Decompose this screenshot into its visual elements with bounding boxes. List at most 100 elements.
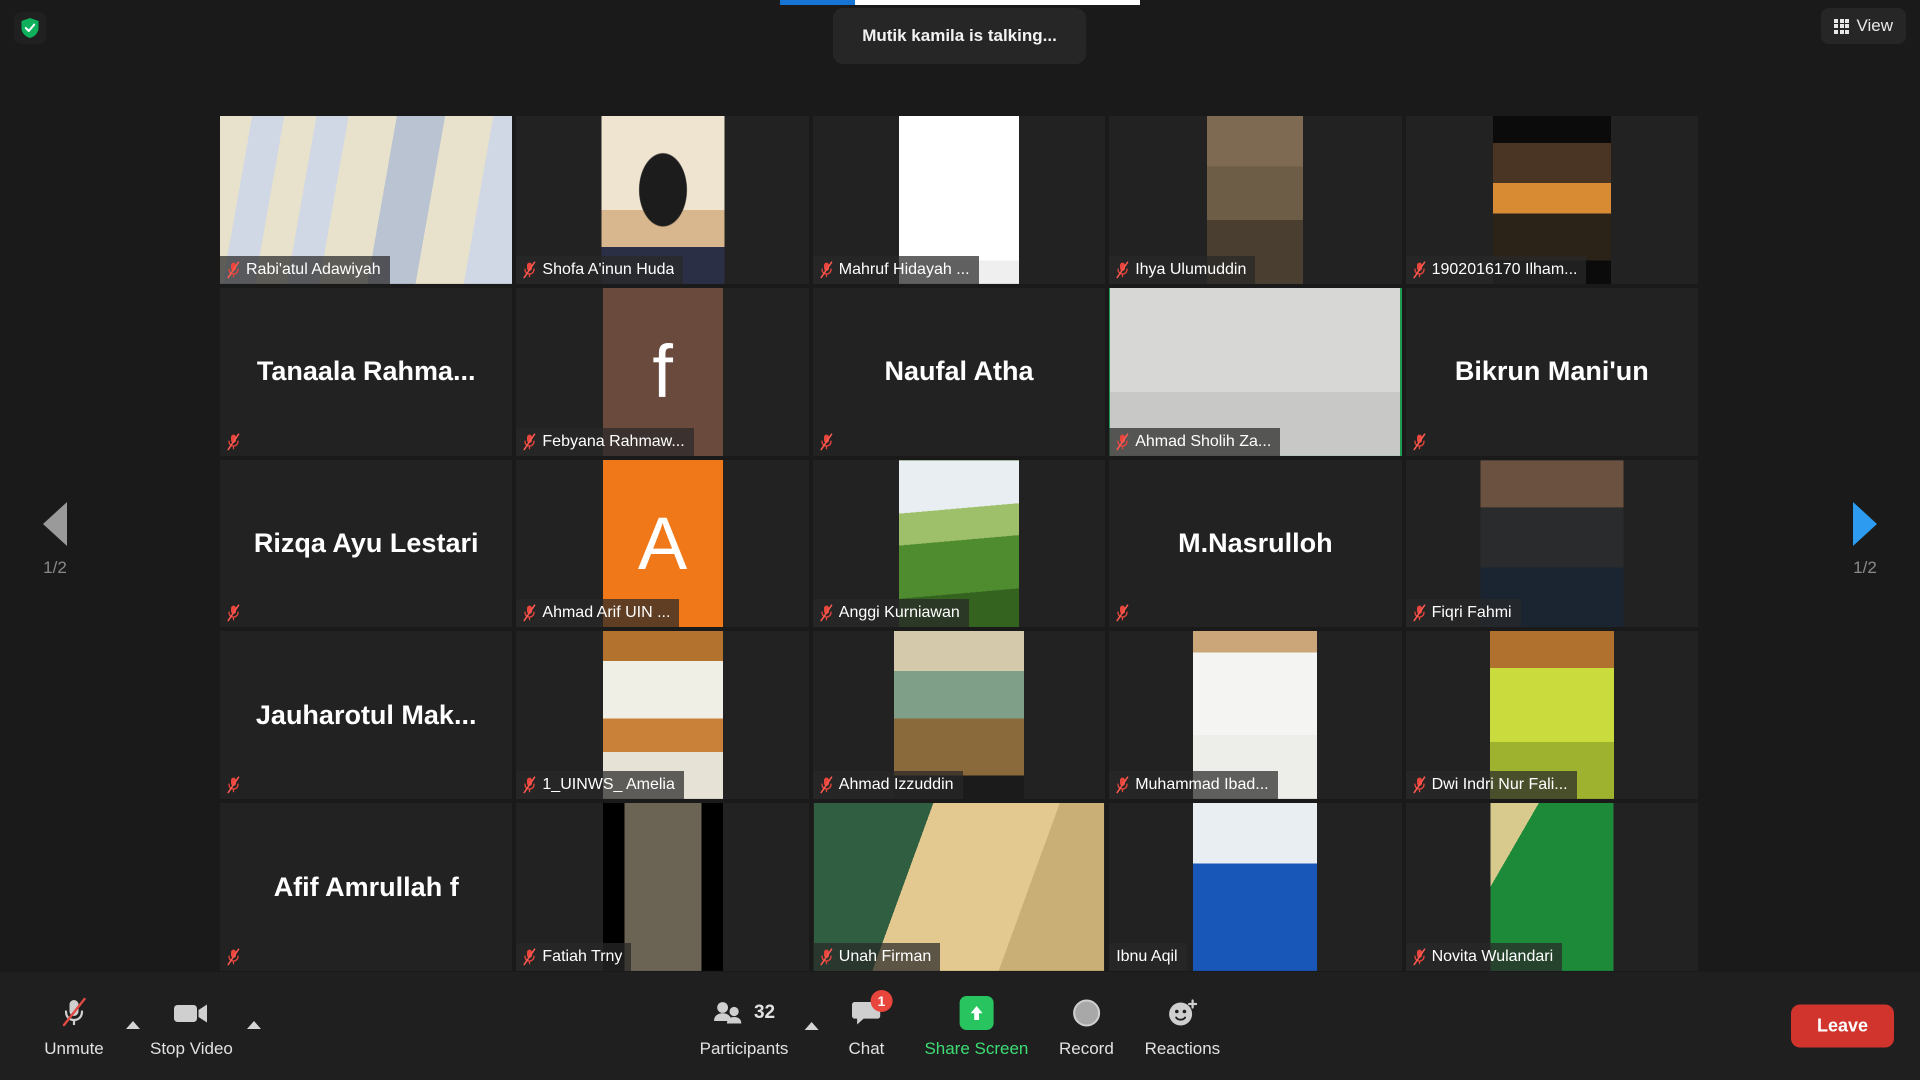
reactions-button[interactable]: Reactions xyxy=(1134,989,1230,1063)
participant-name: Ihya Ulumuddin xyxy=(1135,260,1247,278)
participant-name-bar: Shofa A'inun Huda xyxy=(516,255,684,284)
participant-name: Febyana Rahmaw... xyxy=(542,432,685,450)
participant-tile[interactable]: Rizqa Ayu Lestari xyxy=(220,459,513,628)
participant-tile[interactable]: 1_UINWS_ Amelia xyxy=(516,631,809,800)
participant-tile[interactable]: Dwi Indri Nur Fali... xyxy=(1405,631,1698,800)
mute-icon xyxy=(1116,433,1129,450)
participant-tile[interactable]: Bikrun Mani'un xyxy=(1405,287,1698,456)
mute-icon xyxy=(820,433,833,450)
mute-icon xyxy=(820,776,833,794)
participant-name: 1_UINWS_ Amelia xyxy=(542,776,675,794)
participant-name-bar: Unah Firman xyxy=(812,943,941,971)
participant-tile[interactable]: Anggi Kurniawan xyxy=(812,459,1106,628)
mute-icon xyxy=(227,776,240,794)
stop-video-label: Stop Video xyxy=(150,1039,233,1058)
audio-options-caret-icon[interactable] xyxy=(126,1021,140,1029)
participant-name: Fiqri Fahmi xyxy=(1431,604,1512,622)
participant-tile[interactable]: Ahmad Izzuddin xyxy=(812,631,1106,800)
participant-tile[interactable]: Jauharotul Mak... xyxy=(220,631,513,800)
participant-tile[interactable]: 1902016170 Ilham... xyxy=(1405,116,1698,284)
participant-tile[interactable]: Shofa A'inun Huda xyxy=(516,116,809,284)
participant-name: 1902016170 Ilham... xyxy=(1431,260,1578,278)
participant-name-bar xyxy=(220,943,249,971)
leave-button[interactable]: Leave xyxy=(1790,1004,1894,1048)
triangle-left-icon xyxy=(43,502,67,546)
video-camera-icon xyxy=(170,993,212,1033)
mute-toggle-label: Unmute xyxy=(44,1039,104,1058)
share-screen-up-arrow-icon xyxy=(959,993,994,1033)
mute-icon xyxy=(227,604,240,622)
participant-tile[interactable]: Tanaala Rahma... xyxy=(220,287,513,456)
participant-tile[interactable]: Fatiah Trny xyxy=(516,803,809,971)
participant-name-bar xyxy=(220,428,249,456)
avatar-letter: A xyxy=(637,501,688,585)
participant-name-bar: Novita Wulandari xyxy=(1405,943,1563,971)
video-options-caret-icon[interactable] xyxy=(246,1021,261,1029)
participant-tile[interactable]: Rabi'atul Adawiyah xyxy=(220,116,513,284)
mute-icon xyxy=(820,948,833,966)
participant-tile[interactable]: A Ahmad Arif UIN ... xyxy=(516,459,809,628)
share-screen-button[interactable]: Share Screen xyxy=(914,989,1038,1063)
mute-icon xyxy=(523,776,536,794)
participant-name-large: Afif Amrullah f xyxy=(273,871,459,902)
participant-name-bar: Fatiah Trny xyxy=(516,943,632,971)
participant-name-bar xyxy=(813,428,842,456)
participant-name-large: Jauharotul Mak... xyxy=(255,699,477,730)
participant-name-bar xyxy=(1109,599,1138,627)
participant-name: Rabi'atul Adawiyah xyxy=(246,260,381,278)
participant-tile[interactable]: Naufal Atha xyxy=(812,287,1106,456)
participant-name: Shofa A'inun Huda xyxy=(542,260,675,278)
participant-name-bar: Rabi'atul Adawiyah xyxy=(220,255,390,284)
mute-icon xyxy=(1413,433,1425,450)
reactions-label: Reactions xyxy=(1144,1039,1221,1058)
mute-icon xyxy=(1116,604,1129,622)
participant-tile[interactable]: Ahmad Sholih Za... xyxy=(1109,287,1402,456)
participant-name: Ahmad Sholih Za... xyxy=(1135,432,1272,450)
participant-tile[interactable]: Novita Wulandari xyxy=(1405,803,1698,971)
participant-name-bar: Mahruf Hidayah ... xyxy=(812,255,979,284)
participant-tile[interactable]: Ibnu Aqil xyxy=(1109,803,1402,971)
participant-name-bar: Ibnu Aqil xyxy=(1109,943,1187,971)
mute-icon xyxy=(227,261,240,279)
microphone-muted-icon xyxy=(55,993,93,1033)
participant-tile[interactable]: Mahruf Hidayah ... xyxy=(812,116,1106,284)
participant-tile[interactable]: M.Nasrulloh xyxy=(1109,459,1402,628)
participant-tile[interactable]: Fiqri Fahmi xyxy=(1405,459,1698,628)
participant-name-large: Tanaala Rahma... xyxy=(256,356,476,387)
smiley-plus-icon xyxy=(1165,993,1199,1033)
participant-name-bar: Dwi Indri Nur Fali... xyxy=(1405,771,1577,800)
mute-icon xyxy=(1413,776,1425,794)
mute-icon xyxy=(523,948,536,966)
participant-tile[interactable]: Ihya Ulumuddin xyxy=(1109,116,1402,284)
participant-name: Ahmad Arif UIN ... xyxy=(542,604,671,622)
participant-name-bar xyxy=(220,599,249,627)
participant-tile[interactable]: Muhammad Ibad... xyxy=(1109,631,1402,800)
mute-icon xyxy=(1413,948,1425,966)
mute-icon xyxy=(523,433,536,450)
participant-tile[interactable]: Unah Firman xyxy=(812,803,1106,971)
participants-options-caret-icon[interactable] xyxy=(804,1022,819,1030)
participant-name-bar: Anggi Kurniawan xyxy=(812,599,969,628)
talking-notice: Mutik kamila is talking... xyxy=(833,8,1086,64)
next-page-button[interactable]: 1/2 xyxy=(1810,0,1920,1080)
previous-page-label: 1/2 xyxy=(43,558,67,577)
participant-name: Novita Wulandari xyxy=(1431,948,1554,965)
participant-name-bar: 1902016170 Ilham... xyxy=(1405,255,1587,284)
participant-name-bar xyxy=(1406,428,1435,456)
participant-name-bar: Ahmad Izzuddin xyxy=(812,771,963,800)
next-page-label: 1/2 xyxy=(1853,558,1877,577)
meeting-toolbar: Unmute Stop Video 32 Participants 1 Chat… xyxy=(0,972,1920,1080)
record-button[interactable]: Record xyxy=(1038,989,1134,1063)
stop-video-button[interactable]: Stop Video xyxy=(140,989,243,1063)
participant-tile[interactable]: f Febyana Rahmaw... xyxy=(516,287,809,456)
mute-toggle-button[interactable]: Unmute xyxy=(26,989,122,1063)
participant-video xyxy=(1193,803,1318,971)
previous-page-button[interactable]: 1/2 xyxy=(0,0,110,1080)
participants-count: 32 xyxy=(753,1002,776,1023)
participant-tile[interactable]: Afif Amrullah f xyxy=(220,803,513,971)
participant-name-bar: Ahmad Arif UIN ... xyxy=(516,599,680,628)
participants-button[interactable]: 32 Participants xyxy=(690,989,799,1063)
chat-button[interactable]: 1 Chat xyxy=(818,989,914,1063)
mute-icon xyxy=(1116,261,1129,279)
record-label: Record xyxy=(1058,1039,1114,1058)
